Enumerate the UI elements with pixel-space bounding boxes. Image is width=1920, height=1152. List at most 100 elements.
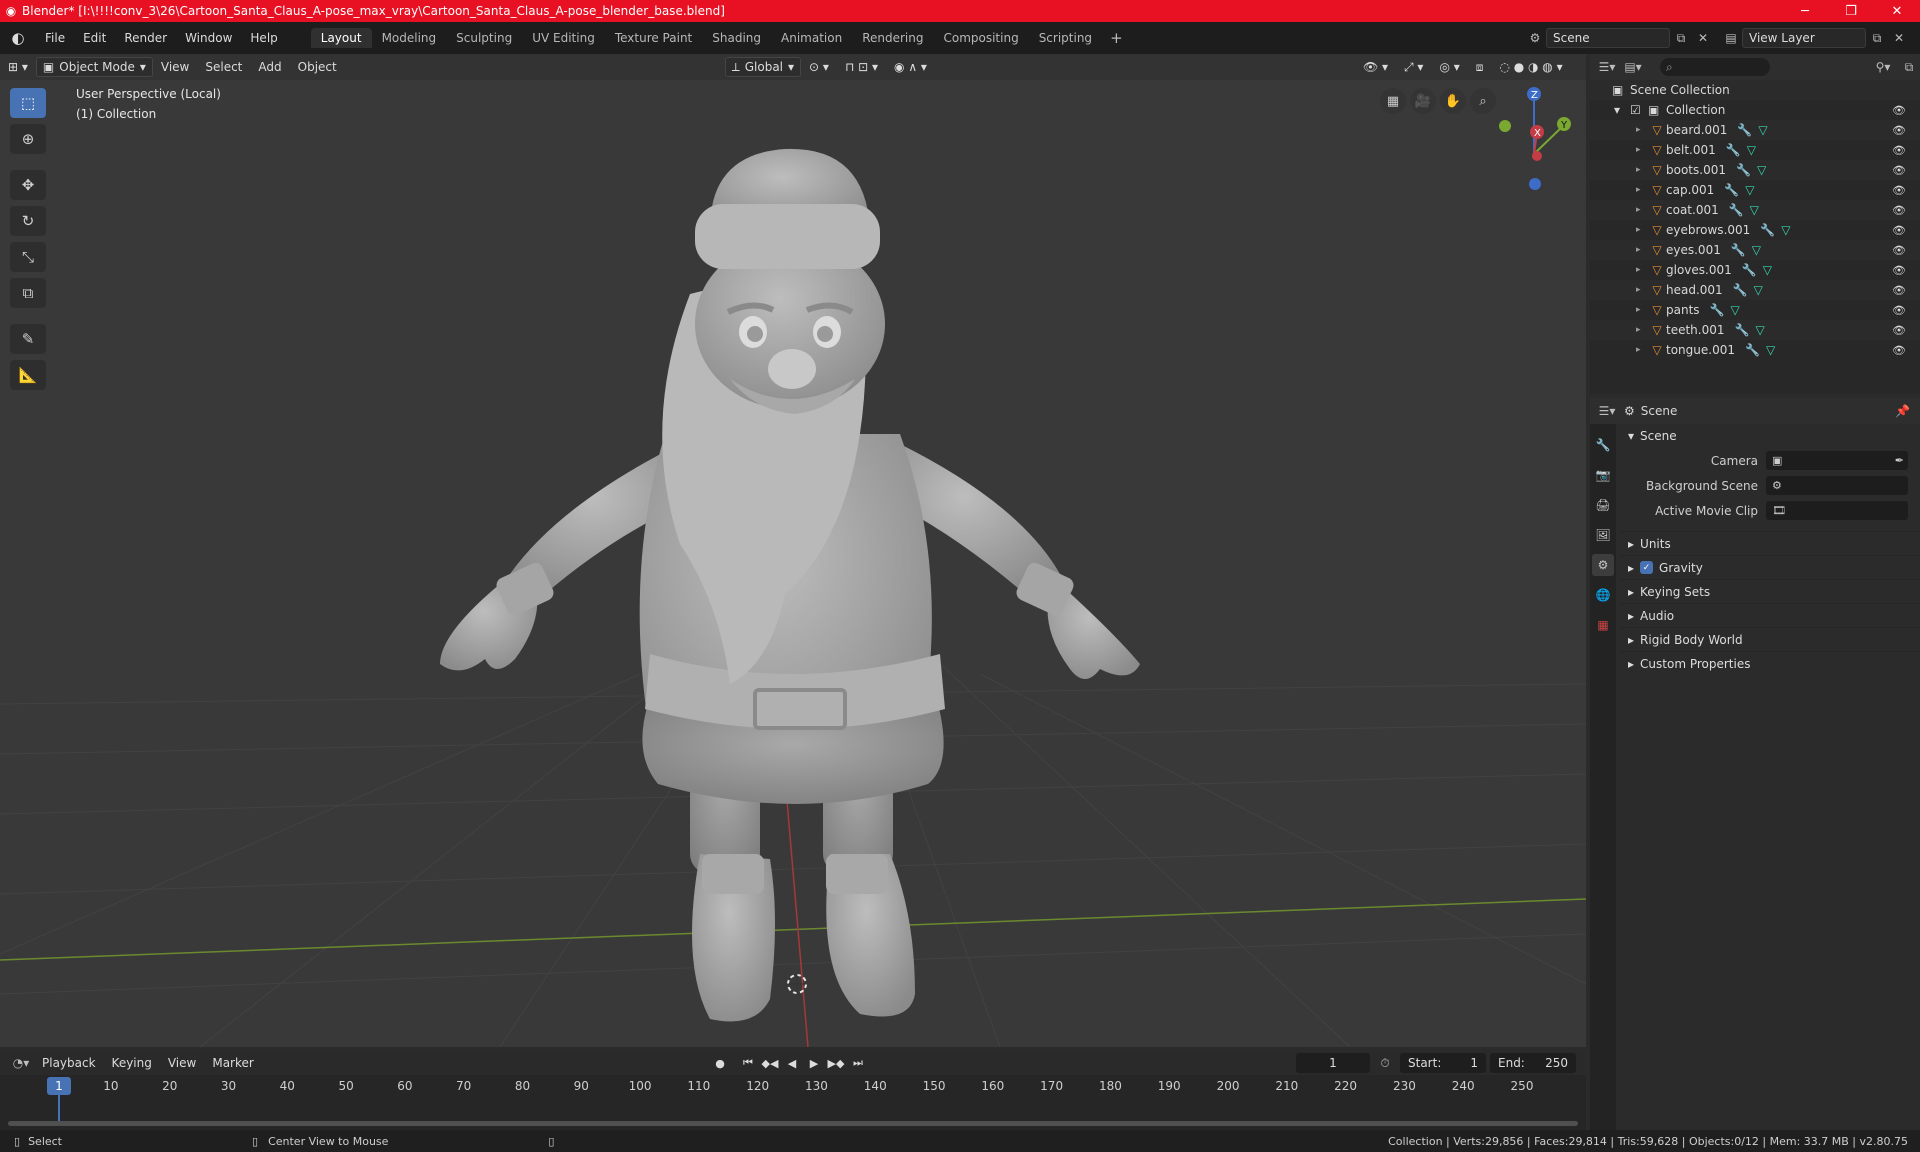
modifier-icon[interactable]: 🔧	[1736, 163, 1751, 177]
gravity-panel[interactable]: ▸ ✓ Gravity	[1620, 555, 1920, 579]
rotate-icon[interactable]: ↻	[10, 206, 46, 236]
expand-arrow-icon[interactable]: ▸	[1636, 245, 1648, 255]
eye-icon[interactable]: 👁	[1892, 204, 1906, 217]
expand-arrow-icon[interactable]: ▸	[1636, 345, 1648, 355]
transform-icon[interactable]: ⧉	[10, 278, 46, 308]
scene-tab-icon[interactable]: ⚙	[1592, 554, 1614, 576]
expand-arrow-icon[interactable]: ▸	[1636, 225, 1648, 235]
expand-arrow-icon[interactable]: ▸	[1636, 125, 1648, 135]
minimize-icon[interactable]: ─	[1782, 0, 1828, 22]
outliner-editor-type-icon[interactable]: ☰▾	[1596, 57, 1618, 77]
eye-icon[interactable]: 👁	[1892, 144, 1906, 157]
view-layer-tab-icon[interactable]: 🖼	[1592, 524, 1614, 546]
3d-cursor[interactable]	[787, 974, 807, 994]
expand-arrow-icon[interactable]: ▾	[1614, 103, 1630, 117]
modifier-icon[interactable]: 🔧	[1729, 203, 1744, 217]
mesh-data-icon[interactable]: ▽	[1763, 263, 1772, 277]
start-frame-field[interactable]: Start: 1	[1400, 1053, 1486, 1073]
eye-icon[interactable]: 👁	[1892, 244, 1906, 257]
pivot-point-icon[interactable]: ⊙ ▾	[801, 56, 837, 78]
tab-animation[interactable]: Animation	[771, 28, 852, 48]
proportional-edit-icon[interactable]: ◉ ∧ ▾	[886, 56, 935, 78]
modifier-icon[interactable]: 🔧	[1735, 323, 1750, 337]
menu-file[interactable]: File	[36, 22, 74, 54]
scene-name-field[interactable]: Scene	[1546, 28, 1670, 48]
play-icon[interactable]: ▶	[804, 1053, 824, 1073]
menu-playback[interactable]: Playback	[36, 1056, 102, 1070]
pin-icon[interactable]: 📌	[1895, 404, 1910, 418]
scene-icon[interactable]: ⚙	[1524, 28, 1546, 48]
jump-end-icon[interactable]: ⏭	[848, 1053, 868, 1073]
modifier-icon[interactable]: 🔧	[1733, 283, 1748, 297]
modifier-icon[interactable]: 🔧	[1737, 123, 1752, 137]
menu-view[interactable]: View	[153, 56, 197, 78]
gravity-checkbox[interactable]: ✓	[1640, 561, 1654, 574]
eye-icon[interactable]: 👁	[1892, 164, 1906, 177]
annotate-icon[interactable]: ✎	[10, 324, 46, 354]
outliner-collection[interactable]: ▾ ☑ ▣ Collection 👁	[1590, 100, 1920, 120]
stopwatch-icon[interactable]: ⏱	[1374, 1053, 1396, 1073]
tab-uv-editing[interactable]: UV Editing	[522, 28, 605, 48]
eyedropper-icon[interactable]: ✒	[1895, 454, 1904, 467]
outliner-object[interactable]: ▸ ▽ boots.001 🔧 ▽ 👁	[1590, 160, 1920, 180]
pan-hand-icon[interactable]: ✋	[1440, 88, 1466, 114]
gizmo-toggle-icon[interactable]: ⤢ ▾	[1396, 56, 1431, 78]
expand-arrow-icon[interactable]: ▸	[1636, 265, 1648, 275]
outliner-object[interactable]: ▸ ▽ eyes.001 🔧 ▽ 👁	[1590, 240, 1920, 260]
timeline-scrollbar[interactable]	[8, 1121, 1578, 1126]
blender-logo-icon[interactable]: ◐	[0, 22, 36, 54]
output-tab-icon[interactable]: 🖨	[1592, 494, 1614, 516]
select-box-icon[interactable]: ⬚	[10, 88, 46, 118]
menu-select[interactable]: Select	[197, 56, 250, 78]
outliner-object[interactable]: ▸ ▽ eyebrows.001 🔧 ▽ 👁	[1590, 220, 1920, 240]
grid-view-icon[interactable]: ▦	[1380, 88, 1406, 114]
object-mode-dropdown[interactable]: ▣ Object Mode ▾	[35, 57, 153, 77]
zoom-icon[interactable]: ⌕	[1470, 88, 1496, 114]
modifier-icon[interactable]: 🔧	[1726, 143, 1741, 157]
move-icon[interactable]: ✥	[10, 170, 46, 200]
end-frame-field[interactable]: End: 250	[1490, 1053, 1576, 1073]
visibility-icon[interactable]: 👁 ▾	[1355, 56, 1396, 78]
menu-render[interactable]: Render	[115, 22, 176, 54]
mesh-data-icon[interactable]: ▽	[1745, 183, 1754, 197]
playhead-frame-badge[interactable]: 1	[47, 1077, 71, 1095]
mesh-data-icon[interactable]: ▽	[1731, 303, 1740, 317]
render-tab-icon[interactable]: 📷	[1592, 464, 1614, 486]
expand-arrow-icon[interactable]: ▸	[1636, 205, 1648, 215]
jump-start-icon[interactable]: ⏮	[738, 1053, 758, 1073]
tab-rendering[interactable]: Rendering	[852, 28, 933, 48]
santa-model[interactable]	[440, 148, 1140, 1022]
shading-modes-icon[interactable]: ◌ ● ◑ ◍ ▾	[1491, 56, 1570, 78]
transform-orientation-dropdown[interactable]: ⟂ Global ▾	[724, 57, 802, 77]
3d-viewport[interactable]: Z Y X ⊞ ▾ ▣ Object Mode ▾ View Select Ad…	[0, 54, 1586, 1047]
eye-icon[interactable]: 👁	[1892, 124, 1906, 137]
modifier-icon[interactable]: 🔧	[1731, 243, 1746, 257]
add-workspace-icon[interactable]: +	[1102, 29, 1131, 47]
filter-icon[interactable]: ⚲▾	[1872, 57, 1894, 77]
prev-keyframe-icon[interactable]: ◆◀	[760, 1053, 780, 1073]
tab-texture-paint[interactable]: Texture Paint	[605, 28, 702, 48]
units-panel[interactable]: ▸ Units	[1620, 531, 1920, 555]
eye-icon[interactable]: 👁	[1892, 284, 1906, 297]
view-layer-icon[interactable]: ▤	[1720, 28, 1742, 48]
tab-shading[interactable]: Shading	[702, 28, 771, 48]
expand-arrow-icon[interactable]: ▸	[1636, 185, 1648, 195]
camera-view-icon[interactable]: 🎥	[1410, 88, 1436, 114]
xray-icon[interactable]: ⧈	[1468, 56, 1492, 78]
eye-icon[interactable]: 👁	[1892, 104, 1906, 117]
texture-tab-icon[interactable]: ▦	[1592, 614, 1614, 636]
outliner-object[interactable]: ▸ ▽ coat.001 🔧 ▽ 👁	[1590, 200, 1920, 220]
delete-view-layer-icon[interactable]: ✕	[1888, 28, 1910, 48]
checkbox-icon[interactable]: ☑	[1630, 103, 1648, 117]
mesh-data-icon[interactable]: ▽	[1752, 243, 1761, 257]
overlay-toggle-icon[interactable]: ◎ ▾	[1431, 56, 1467, 78]
scale-icon[interactable]: ⤡	[10, 242, 46, 272]
active-movie-clip-field[interactable]: 🎞	[1766, 501, 1908, 520]
record-icon[interactable]: ●	[710, 1053, 730, 1073]
menu-help[interactable]: Help	[241, 22, 286, 54]
outliner-object[interactable]: ▸ ▽ pants 🔧 ▽ 👁	[1590, 300, 1920, 320]
tab-layout[interactable]: Layout	[310, 28, 372, 48]
mesh-data-icon[interactable]: ▽	[1755, 323, 1764, 337]
expand-arrow-icon[interactable]: ▸	[1636, 305, 1648, 315]
outliner-object[interactable]: ▸ ▽ cap.001 🔧 ▽ 👁	[1590, 180, 1920, 200]
